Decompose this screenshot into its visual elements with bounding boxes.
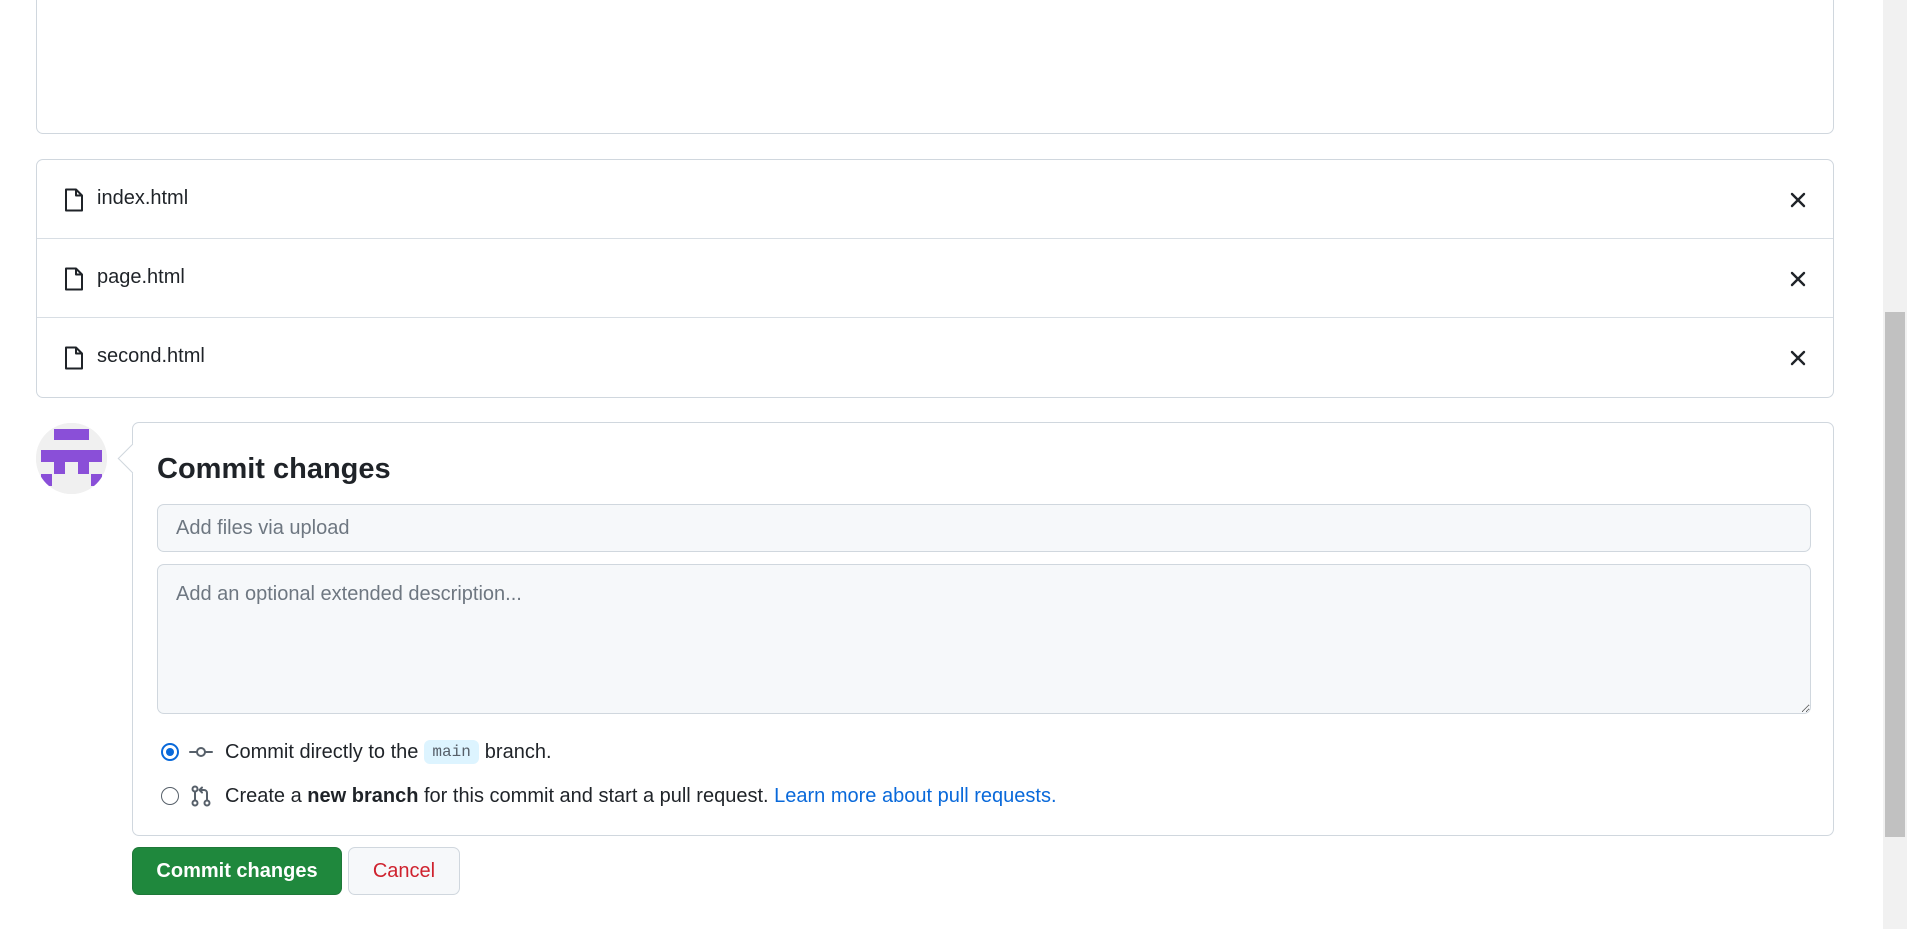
- file-row: page.html: [37, 239, 1833, 318]
- close-icon: [1790, 271, 1806, 287]
- file-icon: [65, 188, 83, 212]
- remove-file-button[interactable]: [1785, 266, 1811, 292]
- file-row: second.html: [37, 318, 1833, 397]
- close-icon: [1790, 350, 1806, 366]
- file-icon: [65, 267, 83, 291]
- file-icon: [65, 346, 83, 370]
- comment-caret: [117, 443, 148, 474]
- branch-name-badge: main: [424, 740, 479, 764]
- file-name: index.html: [97, 187, 189, 209]
- file-name: page.html: [97, 266, 185, 288]
- file-row: index.html: [37, 160, 1833, 239]
- new-branch-radio[interactable]: [161, 787, 179, 805]
- file-drop-zone[interactable]: [36, 0, 1834, 134]
- git-commit-icon: [189, 747, 213, 757]
- remove-file-button[interactable]: [1785, 345, 1811, 371]
- commit-summary-input[interactable]: [157, 504, 1811, 552]
- remove-file-button[interactable]: [1785, 187, 1811, 213]
- commit-changes-button[interactable]: Commit changes: [132, 847, 342, 895]
- commit-title: Commit changes: [157, 453, 391, 485]
- file-name: second.html: [97, 345, 205, 367]
- commit-direct-option[interactable]: Commit directly to the main branch.: [161, 739, 552, 765]
- commit-direct-radio[interactable]: [161, 743, 179, 761]
- new-branch-text: Create a: [225, 784, 302, 807]
- new-branch-option[interactable]: Create a new branch for this commit and …: [161, 783, 1057, 809]
- cancel-button[interactable]: Cancel: [348, 847, 460, 895]
- commit-direct-suffix: branch.: [484, 740, 552, 763]
- scrollbar-thumb[interactable]: [1885, 312, 1905, 837]
- file-list: index.html page.html second.html: [36, 159, 1834, 398]
- avatar[interactable]: [36, 423, 107, 494]
- close-icon: [1790, 192, 1806, 208]
- new-branch-suffix: for this commit and start a pull request…: [423, 784, 769, 807]
- identicon-avatar: [36, 423, 107, 494]
- learn-more-link[interactable]: Learn more about pull requests.: [774, 785, 1056, 808]
- commit-panel: Commit changes Commit directly to the ma…: [117, 422, 1834, 836]
- commit-direct-text: Commit directly to the: [225, 740, 419, 763]
- git-pull-request-icon: [191, 785, 211, 807]
- commit-description-input[interactable]: [157, 564, 1811, 714]
- new-branch-bold: new branch: [307, 784, 419, 807]
